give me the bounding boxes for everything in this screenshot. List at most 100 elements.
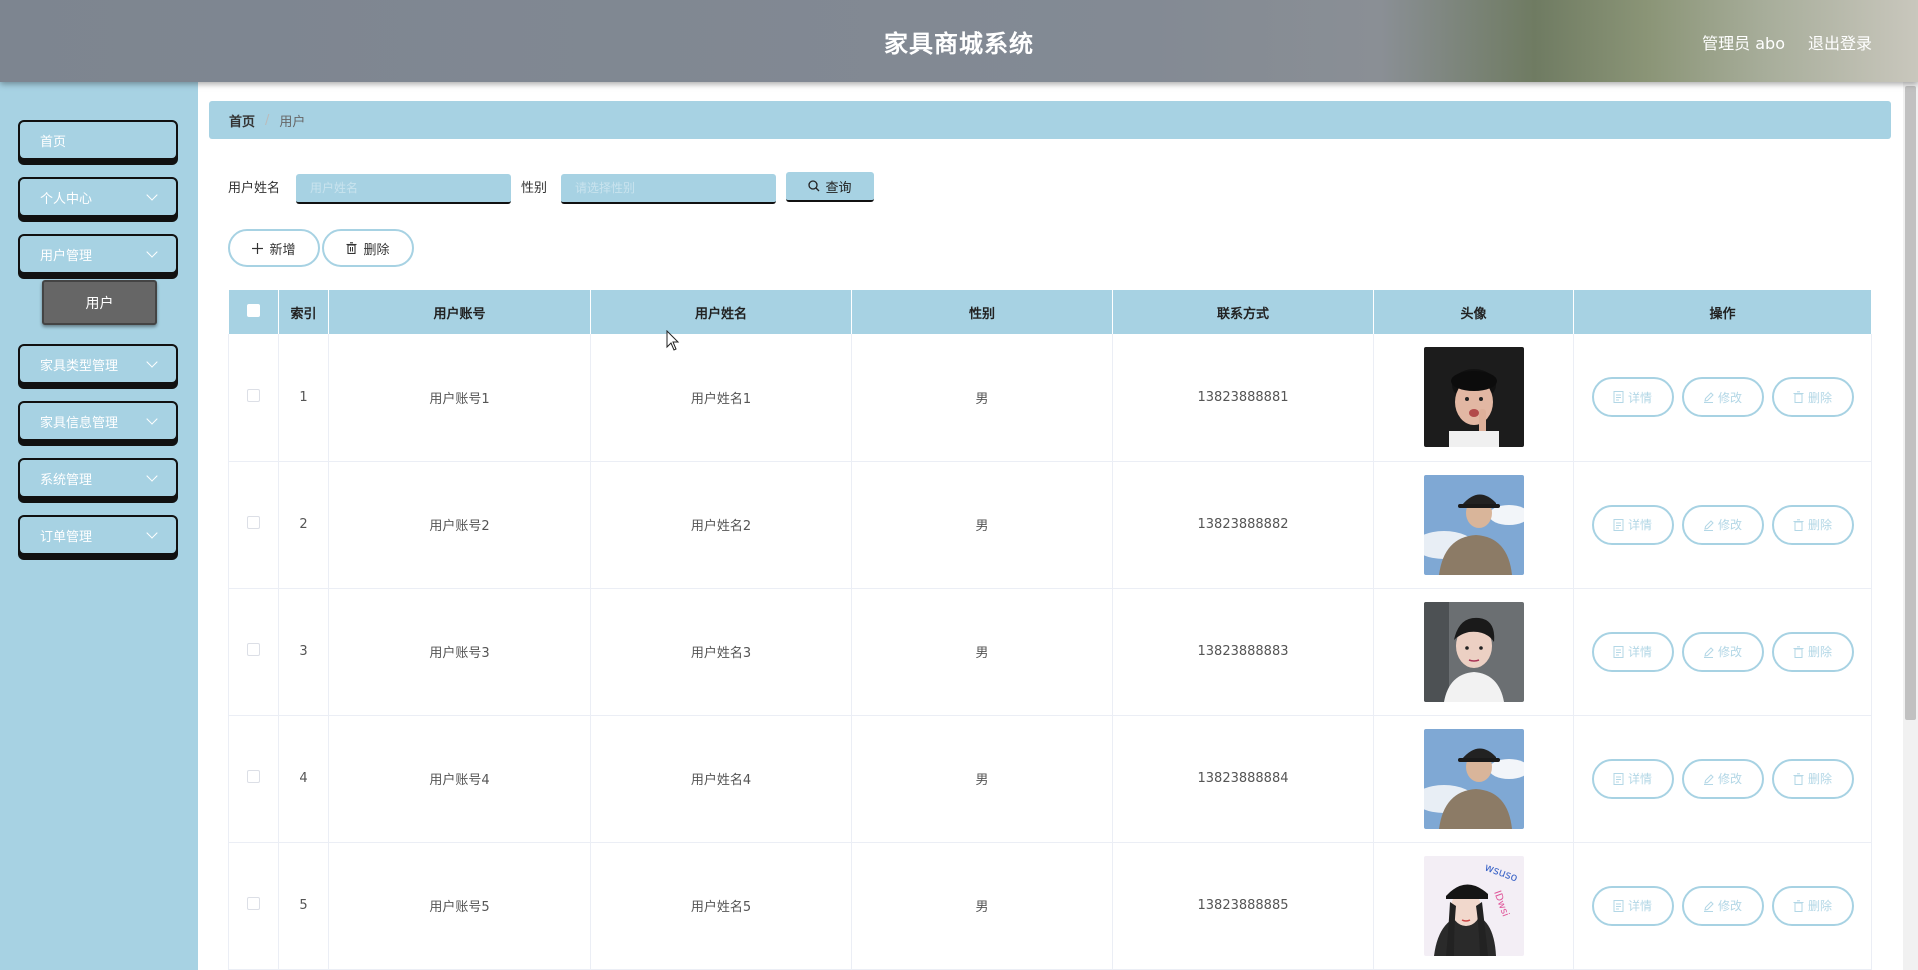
table-row[interactable]: 4 用户账号4 用户姓名4 男 13823888884 详情 修改 删除 (228, 715, 1872, 843)
actions-cell: 详情 修改 删除 (1573, 588, 1872, 716)
index-cell: 4 (278, 715, 329, 843)
edit-button[interactable]: 修改 (1681, 377, 1764, 418)
delete-button[interactable]: 删除 (1771, 758, 1854, 799)
edit-button-label: 修改 (1717, 772, 1742, 786)
name-search-label: 用户姓名 (228, 181, 281, 196)
name-cell: 用户姓名1 (590, 334, 852, 462)
sidebar-item-furniture-type[interactable]: 家具类型管理 (18, 344, 178, 384)
batch-delete-button[interactable]: 删除 (322, 229, 414, 267)
actions-cell: 详情 修改 删除 (1573, 842, 1872, 970)
detail-button-label: 详情 (1627, 518, 1652, 532)
column-header[interactable]: 索引 (278, 290, 329, 334)
gender-select[interactable] (561, 174, 776, 204)
row-checkbox[interactable] (247, 770, 260, 783)
trash-icon (1793, 772, 1804, 785)
document-icon (1613, 899, 1624, 912)
edit-button[interactable]: 修改 (1681, 885, 1764, 926)
scrollbar-thumb[interactable] (1905, 86, 1916, 720)
document-icon (1613, 391, 1624, 404)
table-row[interactable]: 5 用户账号5 用户姓名5 男 13823888885 wsuso IDwsi 详情 修改 删除 (228, 842, 1872, 970)
delete-button-label: 删除 (1807, 645, 1832, 659)
mouse-cursor-icon (666, 330, 680, 351)
edit-button[interactable]: 修改 (1681, 504, 1764, 545)
avatar-cell: wsuso IDwsi (1373, 842, 1574, 970)
name-search-input[interactable] (296, 174, 511, 204)
sidebar-item-label: 订单管理 (40, 529, 93, 545)
breadcrumb-home[interactable]: 首页 (229, 111, 255, 130)
gender-search-label: 性别 (521, 181, 548, 196)
name-cell: 用户姓名3 (590, 588, 852, 716)
avatar-image[interactable] (1423, 728, 1524, 829)
detail-button-label: 详情 (1627, 899, 1652, 913)
sidebar-item-label: 个人中心 (40, 191, 93, 207)
document-icon (1613, 772, 1624, 785)
pencil-icon (1703, 773, 1714, 785)
row-checkbox-cell (228, 588, 279, 716)
sidebar-item-system[interactable]: 系统管理 (18, 458, 178, 498)
table-row[interactable]: 3 用户账号3 用户姓名3 男 13823888883 详情 修改 删除 (228, 588, 1872, 716)
select-all-cell (228, 290, 279, 334)
chevron-down-icon (146, 246, 158, 258)
delete-button[interactable]: 删除 (1771, 631, 1854, 672)
add-button[interactable]: 新增 (228, 229, 320, 267)
sidebar-subitem-user[interactable]: 用户 (42, 280, 157, 325)
delete-button[interactable]: 删除 (1771, 504, 1854, 545)
column-header[interactable]: 联系方式 (1112, 290, 1374, 334)
row-checkbox[interactable] (247, 388, 260, 402)
column-header[interactable]: 用户姓名 (590, 290, 852, 334)
index-cell: 5 (278, 842, 329, 970)
phone-cell: 13823888884 (1112, 715, 1374, 843)
avatar-image[interactable] (1423, 474, 1524, 575)
avatar-cell (1373, 588, 1574, 716)
delete-button[interactable]: 删除 (1771, 377, 1854, 418)
sidebar-item-home[interactable]: 首页 (18, 120, 178, 160)
chevron-down-icon (146, 527, 158, 539)
table-row[interactable]: 1 用户账号1 用户姓名1 男 13823888881 详情 修改 删除 (228, 334, 1872, 462)
sidebar-item-user-management[interactable]: 用户管理 (18, 234, 178, 274)
account-cell: 用户账号1 (328, 334, 591, 462)
index-cell: 1 (278, 334, 329, 462)
delete-button-label: 删除 (1807, 518, 1832, 532)
detail-button[interactable]: 详情 (1591, 377, 1674, 418)
query-button[interactable]: 查询 (786, 172, 874, 202)
column-header[interactable]: 用户账号 (328, 290, 591, 334)
sidebar-item-furniture-info[interactable]: 家具信息管理 (18, 401, 178, 441)
sidebar-item-orders[interactable]: 订单管理 (18, 515, 178, 555)
row-checkbox[interactable] (247, 516, 260, 529)
edit-button[interactable]: 修改 (1681, 758, 1764, 799)
column-header[interactable]: 操作 (1573, 290, 1872, 334)
column-header[interactable]: 性别 (851, 290, 1113, 334)
detail-button[interactable]: 详情 (1591, 631, 1674, 672)
row-checkbox[interactable] (247, 643, 260, 656)
logout-link[interactable]: 退出登录 (1808, 30, 1872, 54)
detail-button[interactable]: 详情 (1591, 504, 1674, 545)
row-checkbox[interactable] (247, 897, 260, 910)
index-cell: 2 (278, 461, 329, 589)
edit-button[interactable]: 修改 (1681, 631, 1764, 672)
edit-button-label: 修改 (1717, 899, 1742, 913)
table-row[interactable]: 2 用户账号2 用户姓名2 男 13823888882 详情 修改 删除 (228, 461, 1872, 589)
app-title: 家具商城系统 (884, 30, 1034, 58)
avatar-image[interactable] (1423, 601, 1524, 702)
chevron-down-icon (146, 413, 158, 425)
sidebar-item-personal-center[interactable]: 个人中心 (18, 177, 178, 217)
document-icon (1613, 645, 1624, 658)
select-all-checkbox[interactable] (246, 303, 260, 317)
pencil-icon (1703, 646, 1714, 658)
detail-button[interactable]: 详情 (1591, 885, 1674, 926)
current-user: 管理员 abo (1702, 34, 1785, 53)
avatar-image[interactable]: wsusoIDwsi (1423, 855, 1524, 956)
account-cell: 用户账号4 (328, 715, 591, 843)
delete-button[interactable]: 删除 (1771, 885, 1854, 926)
avatar-image[interactable] (1423, 347, 1524, 448)
column-header[interactable]: 头像 (1373, 290, 1574, 334)
detail-button[interactable]: 详情 (1591, 758, 1674, 799)
edit-button-label: 修改 (1717, 518, 1742, 532)
pencil-icon (1703, 519, 1714, 531)
phone-cell: 13823888881 (1112, 334, 1374, 462)
query-button-label: 查询 (825, 180, 852, 196)
gender-cell: 男 (851, 842, 1113, 970)
gender-cell: 男 (851, 461, 1113, 589)
name-cell: 用户姓名5 (590, 842, 852, 970)
account-cell: 用户账号2 (328, 461, 591, 589)
